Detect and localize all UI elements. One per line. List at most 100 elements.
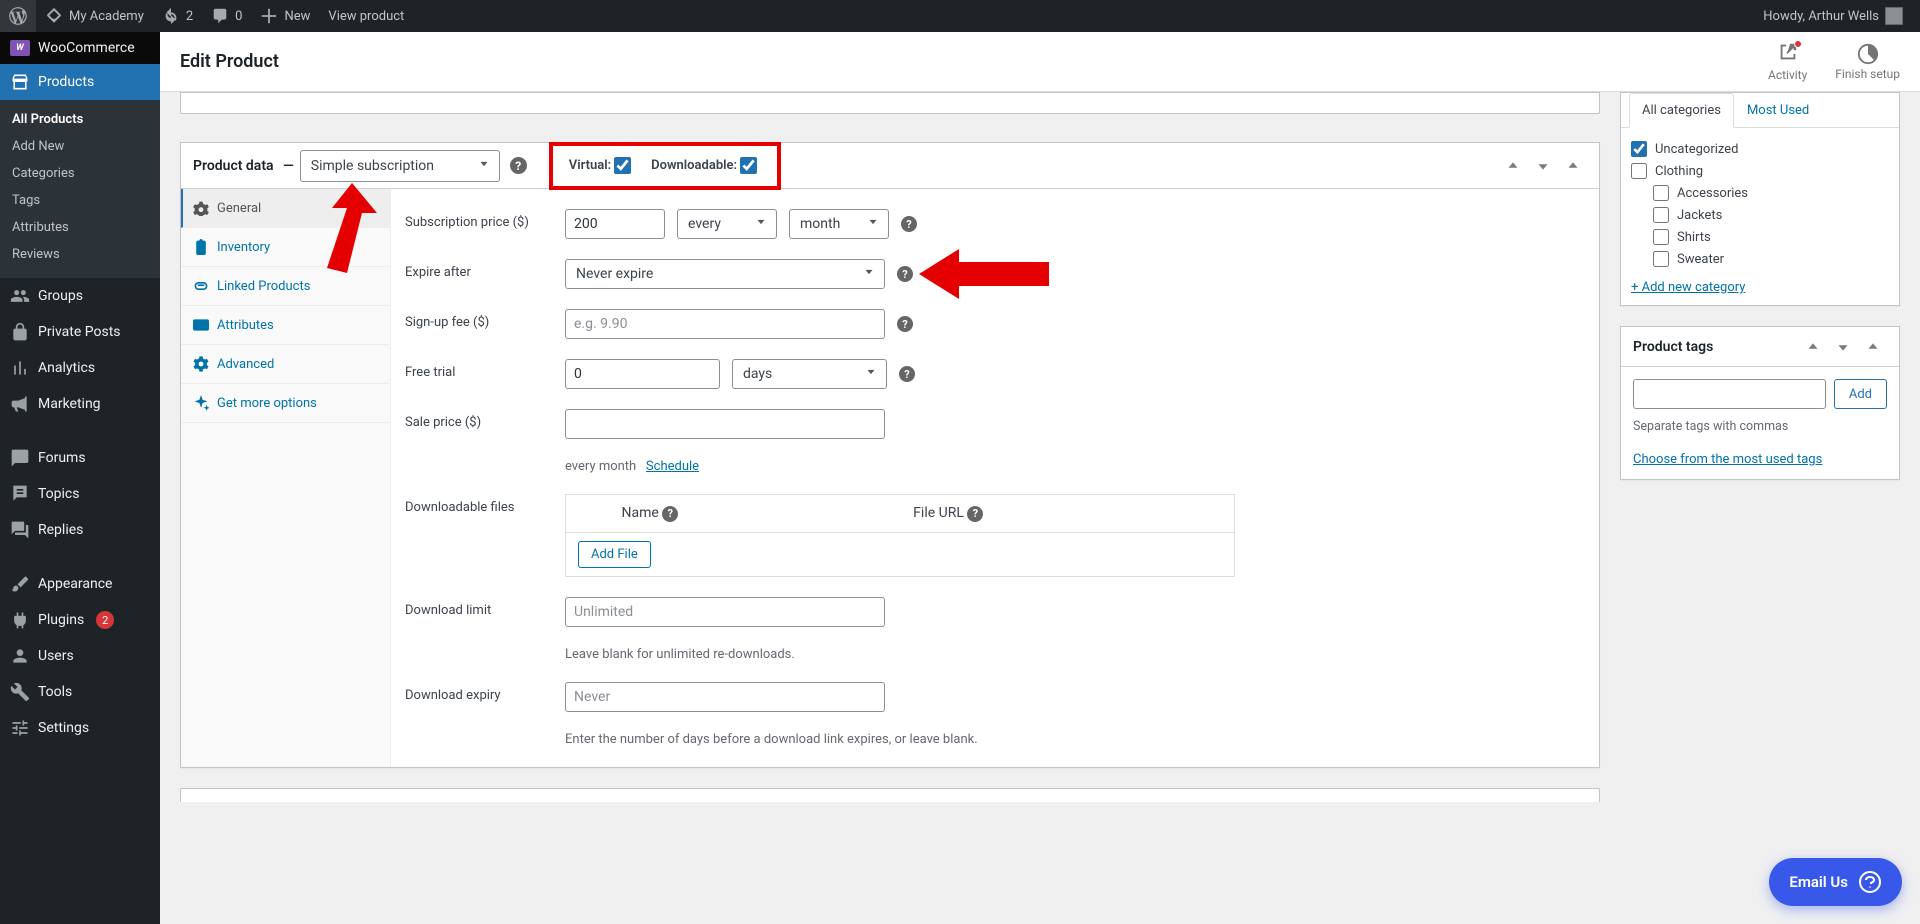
- category-row[interactable]: Accessories: [1631, 182, 1889, 204]
- activity-button[interactable]: Activity: [1768, 41, 1807, 82]
- sidebar-item-users[interactable]: Users: [0, 638, 160, 674]
- add-file-button[interactable]: Add File: [578, 541, 651, 568]
- sale-price-input[interactable]: [565, 409, 885, 439]
- chevron-down-icon: [864, 365, 878, 383]
- forums-icon: [10, 448, 30, 468]
- expire-after-select[interactable]: Never expire: [565, 259, 885, 289]
- tab-advanced[interactable]: Advanced: [181, 345, 390, 384]
- chevron-down-icon: [866, 215, 880, 233]
- sidebar-item-private-posts[interactable]: Private Posts: [0, 314, 160, 350]
- downloadable-checkbox[interactable]: [740, 157, 757, 174]
- help-icon[interactable]: ?: [897, 266, 913, 282]
- help-icon[interactable]: ?: [967, 506, 983, 522]
- category-row[interactable]: Shirts: [1631, 226, 1889, 248]
- chart-bar-icon: [10, 358, 30, 378]
- help-icon[interactable]: ?: [901, 216, 917, 232]
- subscription-interval-select[interactable]: every: [677, 209, 777, 239]
- help-icon[interactable]: ?: [662, 506, 678, 522]
- download-limit-input[interactable]: [565, 597, 885, 627]
- subscription-period-select[interactable]: month: [789, 209, 889, 239]
- sidebar-sub-all-products[interactable]: All Products: [0, 106, 160, 133]
- activity-icon: [1777, 41, 1799, 63]
- sidebar-item-marketing[interactable]: Marketing: [0, 386, 160, 422]
- tab-get-more[interactable]: Get more options: [181, 384, 390, 423]
- sparkle-icon: [193, 395, 209, 411]
- expire-after-label: Expire after: [405, 259, 555, 280]
- updates-count: 2: [186, 9, 193, 24]
- comments-link[interactable]: 0: [202, 0, 251, 32]
- order-down-button[interactable]: [1529, 152, 1557, 180]
- product-type-select[interactable]: Simple subscription: [300, 150, 500, 182]
- new-link[interactable]: New: [251, 0, 319, 32]
- category-row[interactable]: Uncategorized: [1631, 138, 1889, 160]
- plugin-icon: [10, 610, 30, 630]
- help-icon[interactable]: ?: [510, 157, 527, 174]
- tab-most-used[interactable]: Most Used: [1734, 93, 1822, 128]
- wp-logo[interactable]: [0, 0, 36, 32]
- collapsed-box: [180, 788, 1600, 802]
- tab-attributes[interactable]: Attributes: [181, 306, 390, 345]
- sidebar-item-analytics[interactable]: Analytics: [0, 350, 160, 386]
- products-icon: [10, 72, 30, 92]
- woo-icon: W: [10, 40, 30, 56]
- virtual-checkbox[interactable]: [614, 157, 631, 174]
- download-expiry-input[interactable]: [565, 682, 885, 712]
- category-checkbox[interactable]: [1631, 141, 1647, 157]
- sidebar-item-replies[interactable]: Replies: [0, 512, 160, 548]
- order-up-button[interactable]: [1499, 152, 1527, 180]
- download-expiry-label: Download expiry: [405, 682, 555, 703]
- order-down-button[interactable]: [1829, 333, 1857, 361]
- view-product-link[interactable]: View product: [319, 0, 413, 32]
- signup-fee-input[interactable]: [565, 309, 885, 339]
- category-checkbox[interactable]: [1653, 251, 1669, 267]
- sidebar-item-forums[interactable]: Forums: [0, 440, 160, 476]
- sidebar-sub-attributes[interactable]: Attributes: [0, 214, 160, 241]
- sidebar-item-woocommerce[interactable]: W WooCommerce: [0, 32, 160, 64]
- add-category-link[interactable]: + Add new category: [1621, 270, 1755, 305]
- category-row[interactable]: Jackets: [1631, 204, 1889, 226]
- choose-tags-link[interactable]: Choose from the most used tags: [1633, 452, 1822, 467]
- sidebar-sub-tags[interactable]: Tags: [0, 187, 160, 214]
- panel-toggle-button[interactable]: [1859, 333, 1887, 361]
- sidebar-item-plugins[interactable]: Plugins 2: [0, 602, 160, 638]
- category-row[interactable]: Clothing: [1631, 160, 1889, 182]
- my-account[interactable]: Howdy, Arthur Wells: [1754, 0, 1912, 32]
- admin-sidebar: W WooCommerce Products All Products Add …: [0, 32, 160, 924]
- category-checkbox[interactable]: [1653, 207, 1669, 223]
- order-up-button[interactable]: [1799, 333, 1827, 361]
- sidebar-item-topics[interactable]: Topics: [0, 476, 160, 512]
- tab-all-categories[interactable]: All categories: [1629, 93, 1734, 128]
- updates-link[interactable]: 2: [153, 0, 202, 32]
- help-icon[interactable]: ?: [899, 366, 915, 382]
- categories-list: Uncategorized Clothing Accessories Jacke…: [1621, 128, 1899, 270]
- sidebar-item-appearance[interactable]: Appearance: [0, 566, 160, 602]
- category-checkbox[interactable]: [1653, 185, 1669, 201]
- sidebar-sub-add-new[interactable]: Add New: [0, 133, 160, 160]
- product-tags-box: Product tags Add Separate tags with comm…: [1620, 326, 1900, 480]
- downloadable-files-label: Downloadable files: [405, 494, 555, 515]
- sidebar-item-groups[interactable]: Groups: [0, 278, 160, 314]
- panel-toggle-button[interactable]: [1559, 152, 1587, 180]
- help-icon[interactable]: ?: [897, 316, 913, 332]
- sidebar-item-tools[interactable]: Tools: [0, 674, 160, 710]
- category-row[interactable]: Sweater: [1631, 248, 1889, 270]
- subscription-price-input[interactable]: [565, 209, 665, 239]
- chevron-down-icon: [754, 215, 768, 233]
- finish-setup-button[interactable]: Finish setup: [1835, 43, 1900, 81]
- site-link[interactable]: My Academy: [36, 0, 153, 32]
- email-us-widget[interactable]: Email Us: [1769, 858, 1902, 906]
- free-trial-input[interactable]: [565, 359, 720, 389]
- sidebar-item-products[interactable]: Products: [0, 64, 160, 100]
- tag-input[interactable]: [1633, 379, 1826, 409]
- card-icon: [193, 317, 209, 333]
- schedule-link[interactable]: Schedule: [646, 459, 699, 474]
- sidebar-sub-categories[interactable]: Categories: [0, 160, 160, 187]
- sidebar-item-settings[interactable]: Settings: [0, 710, 160, 746]
- signup-fee-label: Sign-up fee ($): [405, 309, 555, 330]
- category-checkbox[interactable]: [1653, 229, 1669, 245]
- category-checkbox[interactable]: [1631, 163, 1647, 179]
- add-tag-button[interactable]: Add: [1834, 379, 1887, 409]
- sidebar-sub-reviews[interactable]: Reviews: [0, 241, 160, 268]
- free-trial-unit-select[interactable]: days: [732, 359, 887, 389]
- groups-icon: [10, 286, 30, 306]
